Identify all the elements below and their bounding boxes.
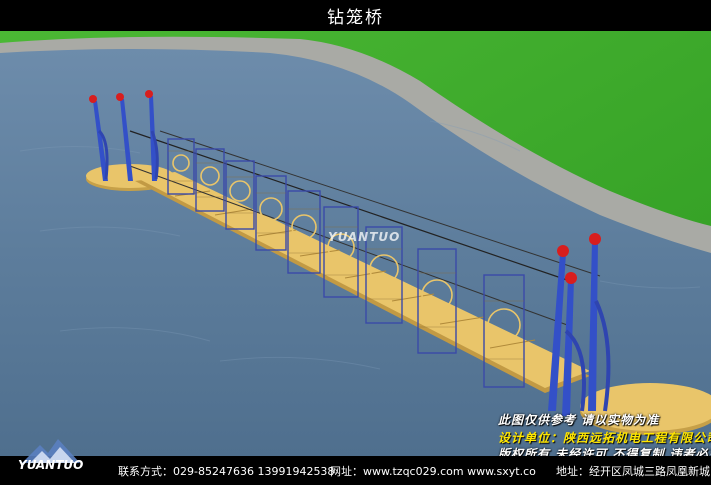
page-title: 钻笼桥 [327,8,384,28]
contact-address: 地址：经开区凤城三路凤凰新城 [556,465,710,478]
watermark-text: YUANTUO [328,230,401,244]
disclaimer-note: 此图仅供参考 请以实物为准 [498,413,660,427]
contact-website: 网址：www.tzqc029.com www.sxyt.co [330,465,536,478]
brand-logo-text: YUANTUO [18,458,84,472]
designer-note: 设计单位：陕西远拓机电工程有限公司 [498,431,711,445]
contact-phone: 联系方式：029-85247636 13991942538 [118,465,335,478]
render-frame: 钻笼桥 YUANTUO 此图仅供参考 请以实物为准 设计单位：陕西远拓机电工程有… [0,0,711,485]
title-bar: 钻笼桥 [0,0,711,31]
